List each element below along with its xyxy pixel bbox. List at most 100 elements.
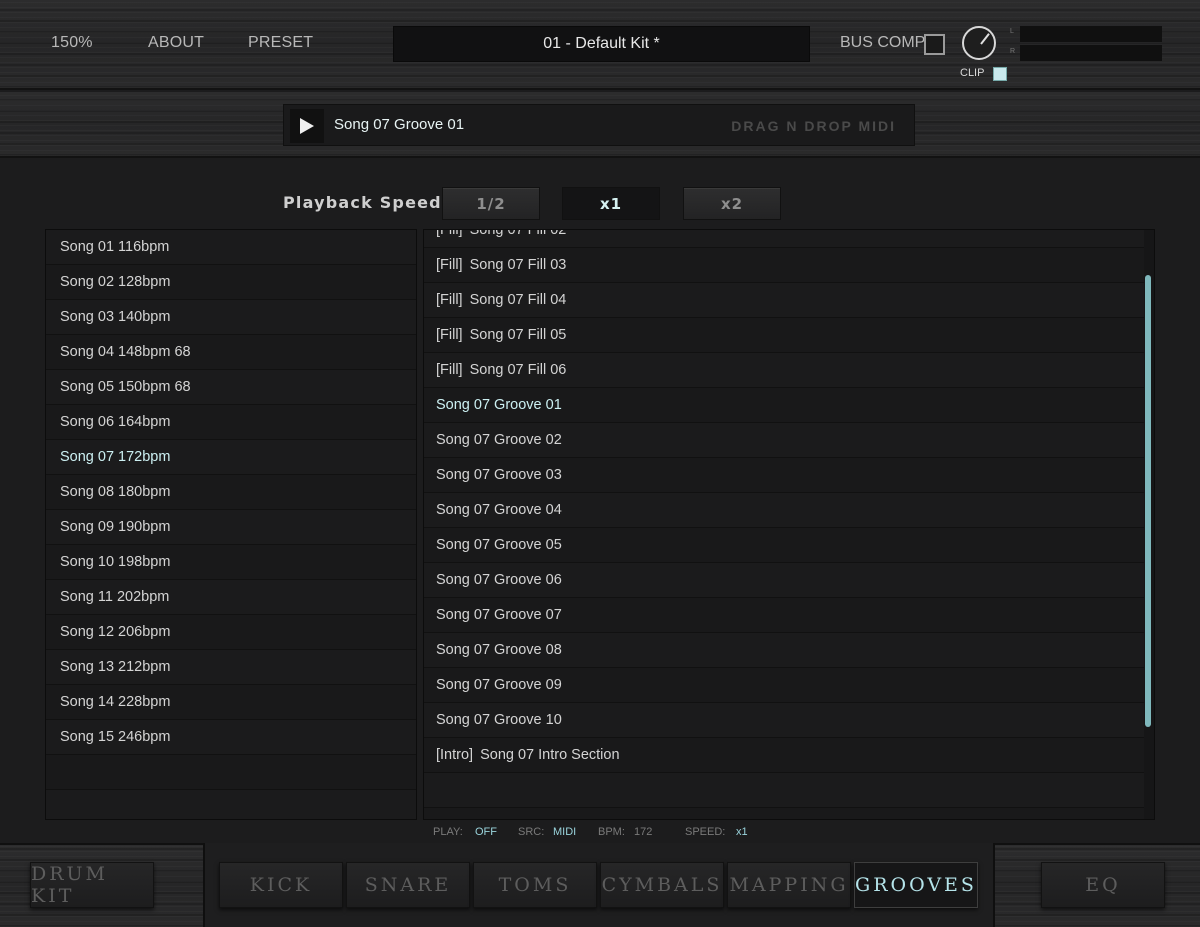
nav-snare[interactable]: SNARE [346, 862, 470, 908]
song-list-item[interactable]: Song 15 246bpm [46, 720, 416, 755]
groove-list-item[interactable]: Song 07 Groove 06 [424, 563, 1144, 598]
song-label: Song 01 116bpm [60, 239, 170, 255]
song-label: Song 12 206bpm [60, 624, 171, 640]
groove-list-scrollbar[interactable] [1145, 275, 1151, 727]
zoom-button[interactable]: 150% [51, 34, 93, 52]
bus-comp-label: BUS COMP [840, 34, 926, 51]
groove-list-item[interactable]: Song 07 Groove 07 [424, 598, 1144, 633]
groove-list-item[interactable]: Song 07 Groove 10 [424, 703, 1144, 738]
song-label: Song 02 128bpm [60, 274, 171, 290]
groove-label: Song 07 Fill 03 [469, 257, 567, 273]
groove-list-item[interactable]: [Fill] Song 07 Fill 04 [424, 283, 1144, 318]
song-list-item[interactable]: Song 04 148bpm 68 [46, 335, 416, 370]
status-line: PLAY: OFF SRC: MIDI BPM: 172 SPEED: x1 [433, 826, 748, 838]
groove-list-item[interactable]: Song 07 Groove 03 [424, 458, 1144, 493]
groove-list-empty-row [424, 808, 1144, 819]
song-label: Song 05 150bpm 68 [60, 379, 191, 395]
about-button[interactable]: ABOUT [148, 34, 204, 52]
song-list-item[interactable]: Song 11 202bpm [46, 580, 416, 615]
song-list-item[interactable]: Song 07 172bpm [46, 440, 416, 475]
song-label: Song 07 172bpm [60, 449, 171, 465]
meter-right-bar [1020, 45, 1162, 61]
song-label: Song 04 148bpm 68 [60, 344, 191, 360]
groove-list-item[interactable]: Song 07 Groove 09 [424, 668, 1144, 703]
groove-label: Song 07 Groove 09 [436, 677, 562, 693]
song-list-item[interactable]: Song 03 140bpm [46, 300, 416, 335]
groove-tag: [Fill] [436, 362, 463, 378]
song-list-item[interactable]: Song 12 206bpm [46, 615, 416, 650]
preset-name-display[interactable]: 01 - Default Kit * [393, 26, 810, 62]
speed-x1-button[interactable]: x1 [562, 187, 660, 220]
groove-tag: [Fill] [436, 292, 463, 308]
groove-list-item[interactable]: Song 07 Groove 02 [424, 423, 1144, 458]
groove-label: Song 07 Groove 06 [436, 572, 562, 588]
groove-list-item[interactable]: Song 07 Groove 08 [424, 633, 1144, 668]
song-label: Song 06 164bpm [60, 414, 171, 430]
song-list-item[interactable]: Song 08 180bpm [46, 475, 416, 510]
song-label: Song 11 202bpm [60, 589, 170, 605]
song-list-item[interactable]: Song 02 128bpm [46, 265, 416, 300]
song-label: Song 14 228bpm [60, 694, 171, 710]
groove-transport[interactable]: Song 07 Groove 01 DRAG N DROP MIDI [283, 104, 915, 146]
groove-label: Song 07 Groove 08 [436, 642, 562, 658]
status-speed-label: SPEED: [685, 826, 726, 838]
nav-drum-kit[interactable]: DRUM KIT [30, 862, 154, 908]
song-label: Song 08 180bpm [60, 484, 171, 500]
nav-kick[interactable]: KICK [219, 862, 343, 908]
song-list-item[interactable]: Song 13 212bpm [46, 650, 416, 685]
drag-midi-area[interactable]: DRAG N DROP MIDI [731, 118, 896, 134]
top-bar: 150% ABOUT PRESET 01 - Default Kit * BUS… [0, 0, 1200, 90]
groove-list-item[interactable]: Song 07 Groove 04 [424, 493, 1144, 528]
bus-comp-checkbox[interactable] [924, 34, 945, 55]
speed-half-button[interactable]: 1/2 [442, 187, 540, 220]
level-meter: L R [1008, 24, 1162, 62]
groove-list-item[interactable]: [Fill] Song 07 Fill 03 [424, 248, 1144, 283]
groove-label: Song 07 Fill 02 [469, 229, 567, 238]
nav-toms[interactable]: TOMS [473, 862, 597, 908]
groove-list[interactable]: [Fill] Song 07 Fill 02 [Fill] Song 07 Fill … [423, 229, 1155, 820]
groove-label: Song 07 Fill 05 [469, 327, 567, 343]
status-speed-value: x1 [736, 826, 748, 838]
groove-label: Song 07 Groove 03 [436, 467, 562, 483]
groove-list-item[interactable]: [Fill] Song 07 Fill 06 [424, 353, 1144, 388]
song-list-empty-row [46, 755, 416, 790]
groove-label: Song 07 Groove 05 [436, 537, 562, 553]
song-list-item[interactable]: Song 06 164bpm [46, 405, 416, 440]
groove-list-item[interactable]: Song 07 Groove 01 [424, 388, 1144, 423]
nav-grooves[interactable]: GROOVES [854, 862, 978, 908]
nav-eq[interactable]: EQ [1041, 862, 1165, 908]
status-src-label: SRC: [518, 826, 545, 838]
speed-x2-button[interactable]: x2 [683, 187, 781, 220]
status-play-label: PLAY: [433, 826, 463, 838]
song-list-item[interactable]: Song 14 228bpm [46, 685, 416, 720]
groove-list-item[interactable]: [Intro] Song 07 Intro Section [424, 738, 1144, 773]
groove-label: Song 07 Groove 04 [436, 502, 562, 518]
song-label: Song 09 190bpm [60, 519, 171, 535]
song-list-item[interactable]: Song 01 116bpm [46, 230, 416, 265]
output-gain-knob[interactable] [962, 26, 996, 60]
clip-indicator[interactable] [993, 67, 1007, 81]
song-list-item[interactable]: Song 05 150bpm 68 [46, 370, 416, 405]
song-list-item[interactable]: Song 10 198bpm [46, 545, 416, 580]
song-list-empty-row [46, 790, 416, 819]
current-groove-name: Song 07 Groove 01 [334, 116, 465, 133]
meter-left-label: L [1010, 28, 1014, 35]
clip-label: CLIP [960, 67, 985, 79]
groove-list-item[interactable]: [Fill] Song 07 Fill 05 [424, 318, 1144, 353]
status-bpm-label: BPM: [598, 826, 625, 838]
groove-list-item[interactable]: Song 07 Groove 05 [424, 528, 1144, 563]
nav-mapping[interactable]: MAPPING [727, 862, 851, 908]
meter-right-label: R [1010, 48, 1016, 55]
song-list-item[interactable]: Song 09 190bpm [46, 510, 416, 545]
play-button[interactable] [290, 109, 324, 143]
groove-tag: [Fill] [436, 229, 463, 238]
song-label: Song 15 246bpm [60, 729, 171, 745]
groove-list-item[interactable]: [Fill] Song 07 Fill 02 [424, 229, 1144, 248]
groove-label: Song 07 Groove 10 [436, 712, 562, 728]
preset-button[interactable]: PRESET [248, 34, 313, 52]
preset-name: 01 - Default Kit * [543, 35, 660, 52]
groove-label: Song 07 Fill 06 [469, 362, 567, 378]
nav-cymbals[interactable]: CYMBALS [600, 862, 724, 908]
song-list[interactable]: Song 01 116bpm Song 02 128bpm Song 03 140b… [45, 229, 417, 820]
status-bpm-value: 172 [634, 826, 653, 838]
